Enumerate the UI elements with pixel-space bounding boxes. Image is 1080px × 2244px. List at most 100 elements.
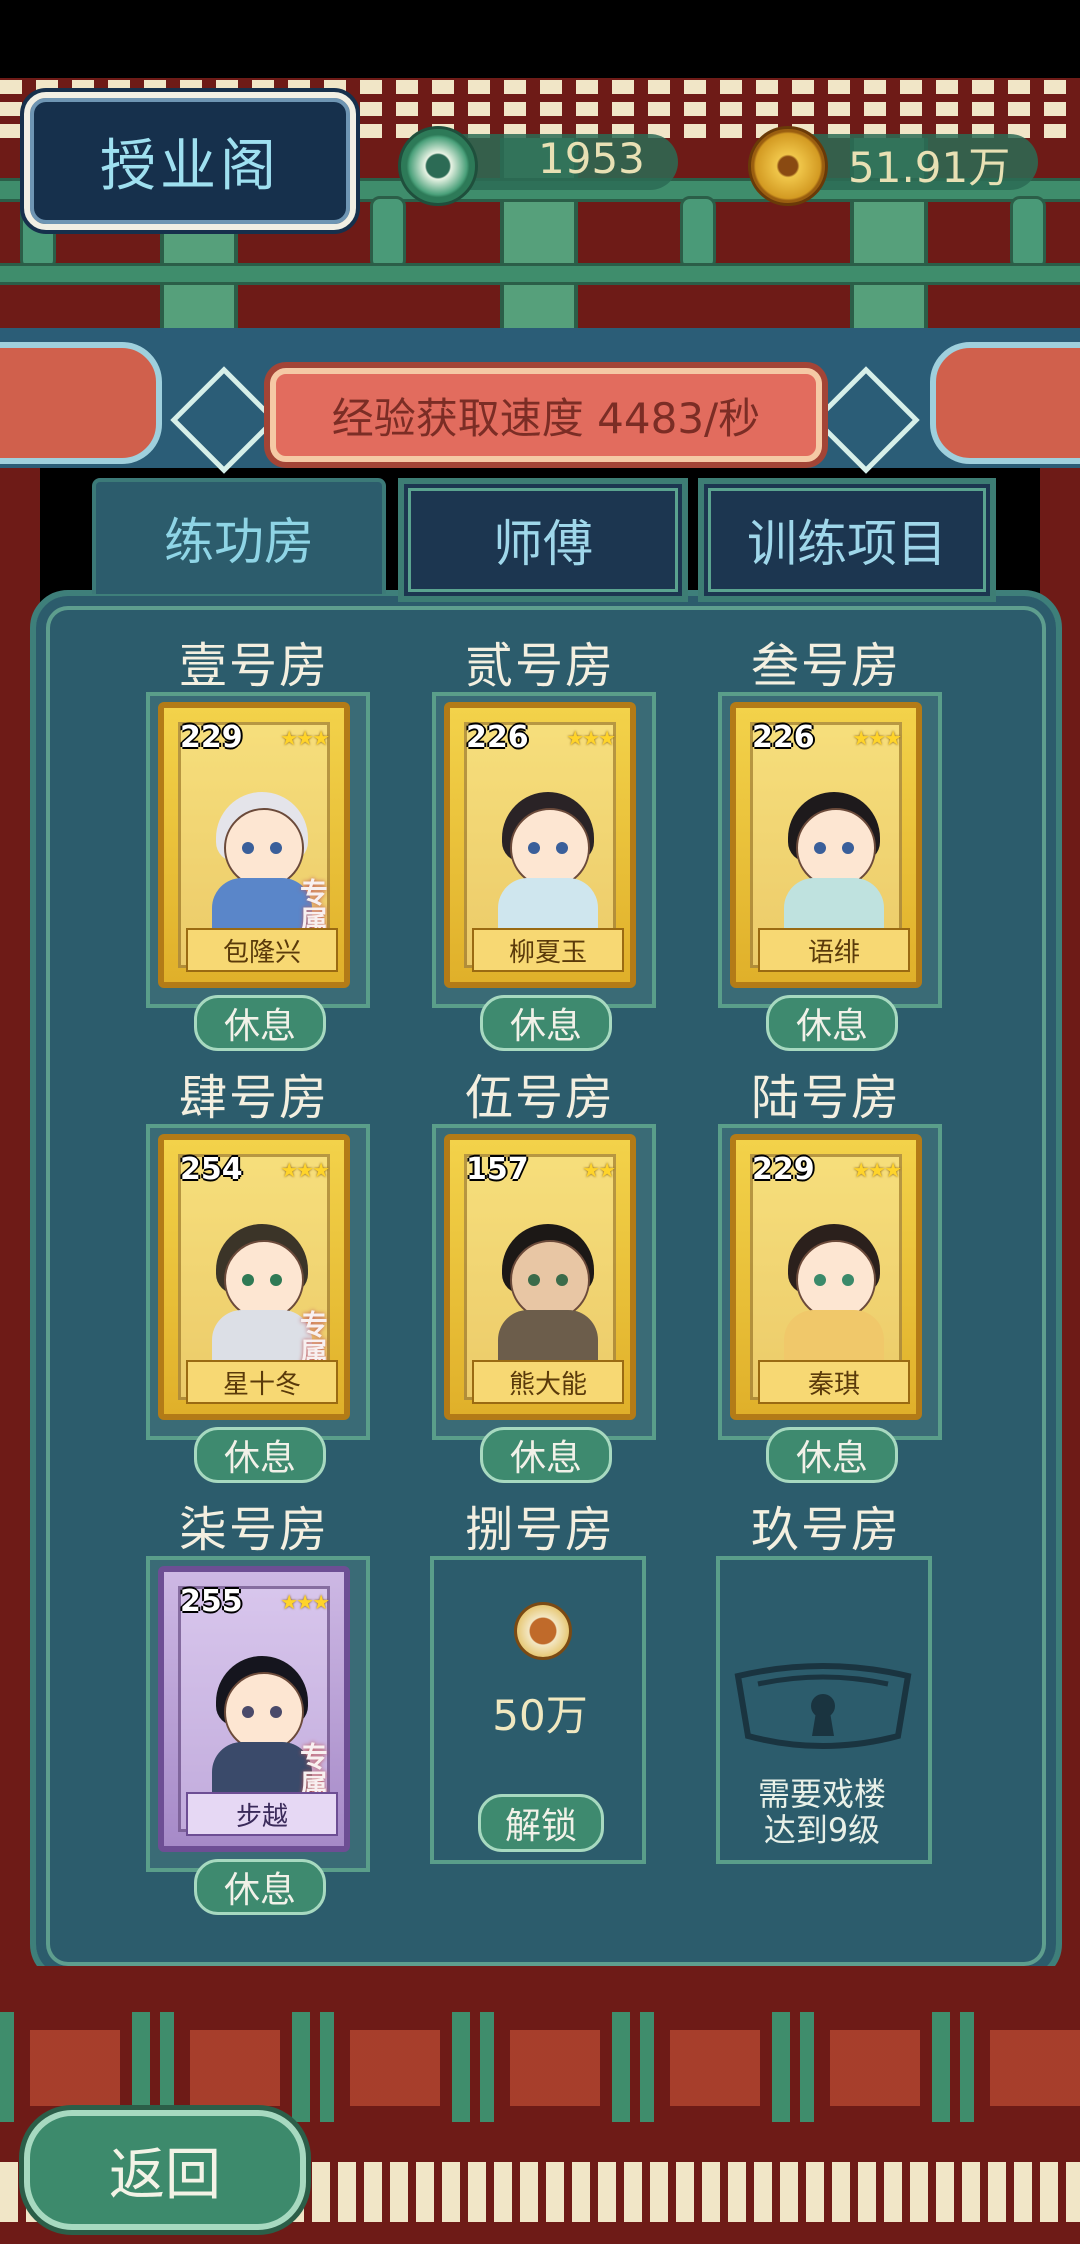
room-slot-2[interactable]: 226 ★★★ 柳夏玉: [432, 692, 656, 1008]
star-rating: ★★★: [852, 1158, 902, 1182]
copper-coin-icon: [748, 126, 828, 206]
hero-name: 柳夏玉: [472, 928, 624, 972]
star-rating: ★★★: [566, 726, 616, 750]
eye: [270, 842, 282, 854]
jade-currency: 1953: [398, 126, 688, 206]
hero-name: 熊大能: [472, 1360, 624, 1404]
room-title: 伍号房: [464, 1070, 615, 1126]
copper-currency: 51.91万: [748, 126, 1048, 206]
room-slot-6[interactable]: 229 ★★★ 秦琪: [718, 1124, 942, 1440]
hero-portrait: [780, 778, 888, 928]
hero-card[interactable]: 254 ★★★ 专属 星十冬: [158, 1134, 350, 1420]
jade-count: 1953: [538, 134, 645, 183]
cloud-ornament: [930, 342, 1080, 464]
tab-master[interactable]: 师傅: [398, 478, 688, 602]
jade-coin-icon: [398, 126, 478, 206]
railing-lower: [0, 263, 1080, 285]
page-title-plate: 授业阁: [24, 92, 356, 230]
rest-button[interactable]: 休息: [480, 1427, 612, 1483]
hero-level: 157: [466, 1152, 529, 1187]
hero-level: 229: [180, 720, 243, 755]
hero-card[interactable]: 226 ★★★ 语绯: [730, 702, 922, 988]
page-title: 授业阁: [100, 133, 280, 199]
lock-icon: [734, 1663, 912, 1749]
hero-level: 226: [466, 720, 529, 755]
baluster: [680, 196, 716, 270]
rest-button[interactable]: 休息: [194, 995, 326, 1051]
eye: [242, 1706, 254, 1718]
room-title: 肆号房: [178, 1070, 329, 1126]
hero-card[interactable]: 157 ★★ 熊大能: [444, 1134, 636, 1420]
room-slot-4[interactable]: 254 ★★★ 专属 星十冬: [146, 1124, 370, 1440]
eye: [270, 1706, 282, 1718]
star-rating: ★★★: [852, 726, 902, 750]
robe: [784, 1310, 884, 1360]
room-title: 陆号房: [750, 1070, 901, 1126]
footer-fence-panels: [0, 2030, 1080, 2106]
hero-portrait: [494, 778, 602, 928]
hero-card[interactable]: 255 ★★★ 专属 步越: [158, 1566, 350, 1852]
unlock-button[interactable]: 解锁: [478, 1794, 604, 1852]
robe: [784, 878, 884, 928]
unlock-cost: 50万: [492, 1691, 588, 1740]
face: [510, 808, 590, 888]
face: [510, 1240, 590, 1320]
rest-button[interactable]: 休息: [766, 1427, 898, 1483]
rest-button[interactable]: 休息: [480, 995, 612, 1051]
eye: [528, 1274, 540, 1286]
eye: [814, 1274, 826, 1286]
rest-button[interactable]: 休息: [194, 1427, 326, 1483]
star-rating: ★★★: [280, 1590, 330, 1614]
robe: [498, 1310, 598, 1360]
room-title: 柒号房: [178, 1502, 329, 1558]
exp-rate-plate: 经验获取速度 4483/秒: [270, 368, 822, 462]
requirement-line: 需要戏楼: [757, 1775, 886, 1813]
face: [796, 1240, 876, 1320]
room-title: 壹号房: [178, 638, 329, 694]
star-rating: ★★★: [280, 1158, 330, 1182]
hero-name: 秦琪: [758, 1360, 910, 1404]
rest-button[interactable]: 休息: [194, 1859, 326, 1915]
room-slot-1[interactable]: 229 ★★★ 专属 包隆兴: [146, 692, 370, 1008]
hero-name: 步越: [186, 1792, 338, 1836]
hero-portrait: [494, 1210, 602, 1360]
face: [224, 808, 304, 888]
copper-coin-icon: [514, 1602, 572, 1660]
star-rating: ★★★: [280, 726, 330, 750]
cloud-ornament: [0, 342, 162, 464]
hero-name: 星十冬: [186, 1360, 338, 1404]
hero-card[interactable]: 229 ★★★ 专属 包隆兴: [158, 702, 350, 988]
exp-rate-text: 经验获取速度 4483/秒: [331, 393, 761, 443]
copper-count: 51.91万: [848, 143, 1011, 192]
hero-level: 255: [180, 1584, 243, 1619]
eye: [270, 1274, 282, 1286]
eye: [242, 1274, 254, 1286]
eye: [556, 1274, 568, 1286]
room-title: 捌号房: [464, 1502, 615, 1558]
hero-level: 254: [180, 1152, 243, 1187]
eye: [842, 1274, 854, 1286]
face: [224, 1240, 304, 1320]
star-rating: ★★: [582, 1158, 616, 1182]
back-button[interactable]: 返回: [24, 2110, 306, 2230]
hero-name: 包隆兴: [186, 928, 338, 972]
robe: [498, 878, 598, 928]
exclusive-badge: 专属: [296, 1742, 329, 1798]
hero-portrait: [780, 1210, 888, 1360]
rest-button[interactable]: 休息: [766, 995, 898, 1051]
hero-card[interactable]: 226 ★★★ 柳夏玉: [444, 702, 636, 988]
face: [224, 1672, 304, 1752]
requirement-line: 达到9级: [763, 1811, 881, 1849]
eye: [814, 842, 826, 854]
hero-card[interactable]: 229 ★★★ 秦琪: [730, 1134, 922, 1420]
hero-name: 语绯: [758, 928, 910, 972]
room-slot-7[interactable]: 255 ★★★ 专属 步越: [146, 1556, 370, 1872]
eye: [556, 842, 568, 854]
room-slot-3[interactable]: 226 ★★★ 语绯: [718, 692, 942, 1008]
room-slot-5[interactable]: 157 ★★ 熊大能: [432, 1124, 656, 1440]
baluster: [1010, 196, 1046, 270]
hero-level: 226: [752, 720, 815, 755]
baluster: [370, 196, 406, 270]
tab-training[interactable]: 训练项目: [698, 478, 996, 602]
tab-practice-room[interactable]: 练功房: [92, 478, 386, 594]
